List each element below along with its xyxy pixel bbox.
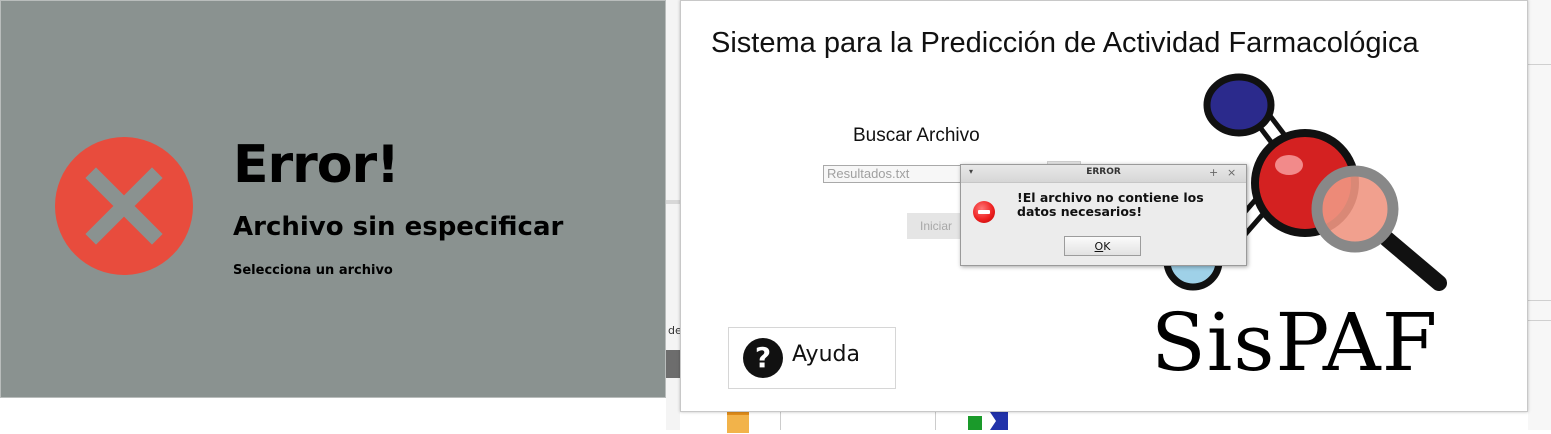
ok-button[interactable]: OK — [1064, 236, 1141, 256]
error-x-icon — [55, 137, 193, 275]
background-bar — [666, 350, 680, 378]
maximize-icon[interactable]: + — [1209, 166, 1218, 179]
error-detail: Selecciona un archivo — [233, 263, 393, 278]
file-path-input[interactable]: Resultados.txt — [823, 165, 963, 183]
dialog-title: ERROR — [1086, 167, 1121, 177]
ok-button-label: O — [1094, 240, 1104, 253]
start-button[interactable]: Iniciar — [907, 213, 967, 239]
background-divider — [1528, 300, 1551, 301]
sispaf-logo: SisPAF — [1151, 296, 1439, 389]
background-divider — [780, 412, 781, 430]
dialog-titlebar[interactable]: ▾ ERROR + × — [961, 165, 1246, 183]
close-icon[interactable]: × — [1227, 166, 1236, 179]
error-subtitle: Archivo sin especificar — [233, 212, 564, 242]
error-panel: Error! Archivo sin especificar Seleccion… — [0, 0, 666, 398]
background-divider — [1528, 64, 1551, 65]
error-title: Error! — [233, 135, 400, 195]
background-divider — [935, 412, 936, 430]
dialog-message: !El archivo no contiene los datos necesa… — [1017, 190, 1204, 219]
app-title: Sistema para la Predicción de Actividad … — [711, 27, 1419, 59]
background-divider — [1528, 320, 1551, 321]
background-divider — [666, 200, 680, 204]
help-button[interactable]: ? Ayuda — [728, 327, 896, 389]
help-button-label: Ayuda — [792, 342, 860, 367]
error-dialog: ▾ ERROR + × !El archivo no contiene los … — [960, 164, 1247, 266]
question-icon: ? — [743, 338, 783, 378]
search-file-label: Buscar Archivo — [853, 125, 980, 146]
stop-icon — [973, 201, 995, 223]
taskbar-app-icon[interactable] — [968, 412, 1008, 430]
